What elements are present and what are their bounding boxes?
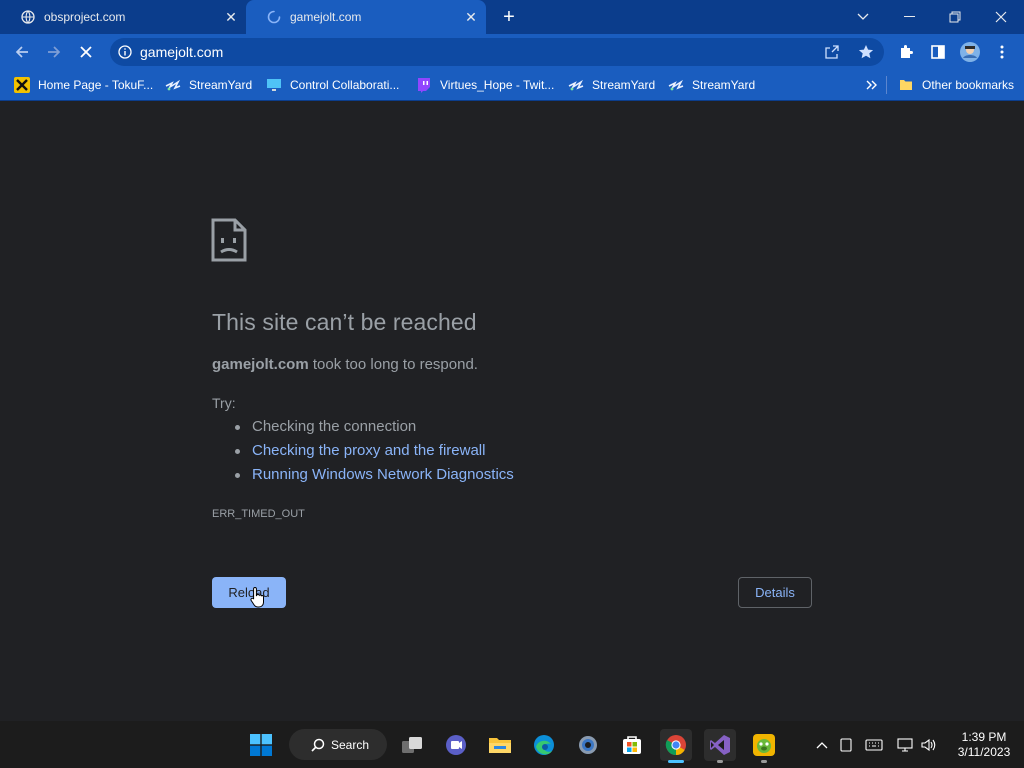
globe-icon (20, 9, 36, 25)
tablet-tray-icon[interactable] (836, 735, 856, 755)
try-label: Try: (212, 395, 236, 411)
stop-loading-button[interactable] (72, 38, 100, 66)
edge-browser-icon[interactable] (528, 729, 560, 761)
error-title: This site can’t be reached (212, 309, 477, 335)
site-info-icon[interactable] (118, 45, 132, 59)
hand-pointer-cursor-icon (250, 586, 266, 613)
monitor-icon (266, 77, 282, 93)
twitch-icon (416, 77, 432, 93)
error-code: ERR_TIMED_OUT (212, 508, 305, 520)
share-icon[interactable] (824, 45, 840, 59)
error-description: gamejolt.com took too long to respond. (212, 356, 478, 373)
tab-gamejolt[interactable]: gamejolt.com ✕ (246, 0, 486, 34)
visual-studio-icon[interactable] (704, 729, 736, 763)
tab-title: obsproject.com (44, 10, 126, 24)
taskbar-search[interactable]: Search (289, 729, 387, 760)
task-view-icon[interactable] (396, 729, 428, 761)
running-indicator (717, 760, 723, 763)
teams-chat-icon[interactable] (440, 729, 472, 761)
bookmark-item[interactable]: StreamYard (668, 76, 755, 94)
search-icon (311, 738, 325, 752)
windows-taskbar: Search 1:39 PM 3/11/2023 (0, 721, 1024, 768)
new-tab-button[interactable]: + (498, 6, 520, 28)
running-indicator (761, 760, 767, 763)
sad-document-icon (211, 218, 247, 267)
tab-obsproject[interactable]: obsproject.com ✕ (0, 0, 246, 34)
restore-button[interactable] (932, 0, 978, 34)
bookmark-item[interactable]: StreamYard (568, 76, 655, 94)
suggestion-check-proxy-firewall-link[interactable]: Checking the proxy and the firewall (212, 441, 514, 465)
system-clock[interactable]: 1:39 PM 3/11/2023 (944, 730, 1024, 760)
game-app-icon[interactable] (748, 729, 780, 763)
address-bar[interactable]: gamejolt.com (110, 38, 884, 66)
extensions-puzzle-icon[interactable] (892, 38, 920, 66)
start-windows-icon[interactable] (245, 729, 277, 761)
bookmark-star-icon[interactable] (858, 44, 874, 60)
keyboard-icon[interactable] (864, 735, 884, 755)
url-text: gamejolt.com (140, 44, 224, 60)
error-host: gamejolt.com (212, 356, 309, 373)
bookmark-label: StreamYard (189, 78, 253, 92)
volume-icon[interactable] (918, 735, 938, 755)
suggestions-list: Checking the connection Checking the pro… (212, 417, 514, 489)
bookmark-label: Virtues_Hope - Twit... (440, 78, 555, 92)
other-bookmarks-folder[interactable]: Other bookmarks (898, 76, 1014, 94)
bookmark-item[interactable]: Control Collaborati... (266, 76, 399, 94)
bookmark-label: StreamYard (692, 78, 756, 92)
error-message: took too long to respond. (308, 356, 478, 373)
tab-search-chevron-icon[interactable] (840, 0, 886, 34)
browser-toolbar: gamejolt.com (0, 34, 1024, 70)
profile-avatar[interactable] (956, 38, 984, 66)
bookmarks-divider (886, 76, 887, 94)
clock-date: 3/11/2023 (957, 745, 1011, 759)
loading-spinner-icon (266, 9, 282, 25)
network-icon[interactable] (896, 735, 916, 755)
side-panel-icon[interactable] (924, 38, 952, 66)
error-page: This site can’t be reached gamejolt.com … (0, 101, 1024, 721)
tab-title: gamejolt.com (290, 10, 362, 24)
streamyard-icon (668, 77, 684, 93)
search-label: Search (331, 737, 370, 752)
file-explorer-icon[interactable] (484, 729, 516, 761)
minimize-button[interactable] (886, 0, 932, 34)
suggestion-network-diagnostics-link[interactable]: Running Windows Network Diagnostics (212, 465, 514, 489)
bookmark-label: Control Collaborati... (290, 78, 400, 92)
close-tab-icon[interactable]: ✕ (222, 8, 240, 26)
forward-button[interactable] (40, 38, 68, 66)
suggestion-check-connection: Checking the connection (212, 417, 514, 441)
close-window-button[interactable] (978, 0, 1024, 34)
bookmark-item[interactable]: Virtues_Hope - Twit... (416, 76, 554, 94)
reload-button[interactable]: Reload (212, 577, 286, 608)
tab-strip: obsproject.com ✕ gamejolt.com ✕ + (0, 0, 1024, 34)
back-button[interactable] (8, 38, 36, 66)
show-hidden-icons-chevron-icon[interactable] (812, 735, 832, 755)
close-tab-icon[interactable]: ✕ (462, 8, 480, 26)
bookmark-item[interactable]: Home Page - TokuF... (14, 76, 153, 94)
running-indicator (668, 760, 684, 763)
menu-kebab-icon[interactable] (988, 38, 1016, 66)
bookmark-item[interactable]: StreamYard (165, 76, 252, 94)
chrome-taskbar-icon[interactable] (660, 729, 692, 763)
folder-icon (898, 77, 914, 93)
bookmarks-bar: Home Page - TokuF... StreamYard Control … (0, 70, 1024, 101)
streamyard-icon (568, 77, 584, 93)
tokufest-logo-icon (14, 77, 30, 93)
microsoft-store-icon[interactable] (616, 729, 648, 761)
settings-gear-icon[interactable] (572, 729, 604, 761)
clock-time: 1:39 PM (961, 730, 1007, 744)
streamyard-icon (165, 77, 181, 93)
bookmarks-overflow-icon[interactable] (866, 76, 878, 94)
other-bookmarks-label: Other bookmarks (922, 78, 1015, 92)
bookmark-label: StreamYard (592, 78, 656, 92)
bookmark-label: Home Page - TokuF... (38, 78, 154, 92)
details-button[interactable]: Details (738, 577, 812, 608)
